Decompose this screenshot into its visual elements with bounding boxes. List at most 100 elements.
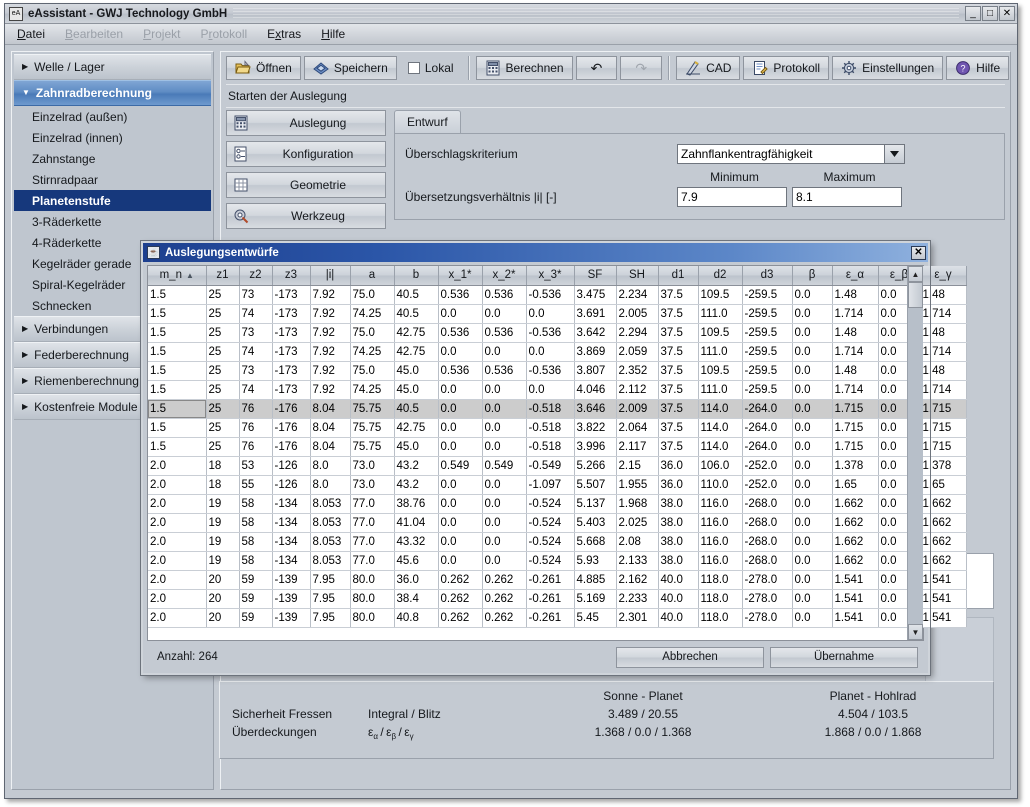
cell-d2: 116.0 xyxy=(698,551,742,570)
calculate-button[interactable]: Berechnen xyxy=(476,56,573,80)
local-checkbox[interactable]: Lokal xyxy=(400,56,462,80)
scroll-up-button[interactable]: ▲ xyxy=(908,266,923,282)
scroll-down-button[interactable]: ▼ xyxy=(908,624,923,640)
sidebar-item-label: Spiral-Kegelräder xyxy=(32,278,125,292)
cell-eps_y: 1.65 xyxy=(920,475,966,494)
column-header-i[interactable]: |i| xyxy=(310,266,350,285)
undo-button[interactable]: ↶ xyxy=(576,56,618,80)
table-row[interactable]: 2.02059-1397.9580.038.40.2620.262-0.2615… xyxy=(148,589,966,608)
sidebar-item-einzelrad-aussen[interactable]: Einzelrad (außen) xyxy=(14,106,211,127)
open-button[interactable]: Öffnen xyxy=(226,56,301,80)
table-row[interactable]: 2.01958-1348.05377.041.040.00.0-0.5245.4… xyxy=(148,513,966,532)
table-row[interactable]: 1.52576-1768.0475.7540.50.00.0-0.5183.64… xyxy=(148,399,966,418)
table-row[interactable]: 2.01958-1348.05377.038.760.00.0-0.5245.1… xyxy=(148,494,966,513)
sidebar-item-zahnstange[interactable]: Zahnstange xyxy=(14,148,211,169)
cell-b: 43.32 xyxy=(394,532,438,551)
scrollbar-track[interactable] xyxy=(908,308,923,624)
geometrie-button[interactable]: Geometrie xyxy=(226,172,386,198)
window-title: eAssistant - GWJ Technology GmbH xyxy=(28,8,227,20)
cell-z1: 19 xyxy=(206,494,239,513)
table-vertical-scrollbar[interactable]: ▲ ▼ xyxy=(907,266,923,640)
cell-SF: 5.137 xyxy=(574,494,616,513)
scrollbar-thumb[interactable] xyxy=(908,282,923,308)
tab-entwurf[interactable]: Entwurf xyxy=(394,110,461,134)
cell-x_3: -1.097 xyxy=(526,475,574,494)
minimize-icon: _ xyxy=(966,7,980,20)
cell-SF: 3.996 xyxy=(574,437,616,456)
sidebar-item-stirnradpaar[interactable]: Stirnradpaar xyxy=(14,169,211,190)
apply-button[interactable]: Übernahme xyxy=(770,647,918,668)
table-row[interactable]: 1.52574-1737.9274.2540.50.00.00.03.6912.… xyxy=(148,304,966,323)
konfiguration-button[interactable]: Konfiguration xyxy=(226,141,386,167)
table-row[interactable]: 2.01853-1268.073.043.20.5490.549-0.5495.… xyxy=(148,456,966,475)
column-header-beta[interactable]: β xyxy=(792,266,832,285)
maximize-button[interactable]: □ xyxy=(982,6,998,21)
table-row[interactable]: 1.52574-1737.9274.2542.750.00.00.03.8692… xyxy=(148,342,966,361)
column-header-z3[interactable]: z3 xyxy=(272,266,310,285)
column-header-d1[interactable]: d1 xyxy=(658,266,698,285)
table-row[interactable]: 2.01855-1268.073.043.20.00.0-1.0975.5071… xyxy=(148,475,966,494)
table-row[interactable]: 1.52576-1768.0475.7545.00.00.0-0.5183.99… xyxy=(148,437,966,456)
sidebar-group-welle-lager[interactable]: ▶ Welle / Lager xyxy=(14,54,211,80)
protocol-button[interactable]: Protokoll xyxy=(743,56,829,80)
cell-eps_a: 1.662 xyxy=(832,513,878,532)
cell-d3: -259.5 xyxy=(742,342,792,361)
table-row[interactable]: 2.01958-1348.05377.043.320.00.0-0.5245.6… xyxy=(148,532,966,551)
settings-button[interactable]: Einstellungen xyxy=(832,56,943,80)
minimize-button[interactable]: _ xyxy=(965,6,981,21)
chevron-down-icon[interactable] xyxy=(884,145,904,163)
column-header-d2[interactable]: d2 xyxy=(698,266,742,285)
cell-eps_y: 1.715 xyxy=(920,418,966,437)
column-header-eps_y[interactable]: ε_γ xyxy=(920,266,966,285)
table-row[interactable]: 2.02059-1397.9580.036.00.2620.262-0.2614… xyxy=(148,570,966,589)
menu-bearbeiten[interactable]: Bearbeiten xyxy=(65,27,123,41)
table-row[interactable]: 1.52576-1768.0475.7542.750.00.0-0.5183.8… xyxy=(148,418,966,437)
column-header-a[interactable]: a xyxy=(350,266,394,285)
sidebar-item-planetenstufe[interactable]: Planetenstufe xyxy=(14,190,211,211)
save-button[interactable]: Speichern xyxy=(304,56,397,80)
table-row[interactable]: 2.01958-1348.05377.045.60.00.0-0.5245.93… xyxy=(148,551,966,570)
table-row[interactable]: 1.52573-1737.9275.042.750.5360.536-0.536… xyxy=(148,323,966,342)
menu-hilfe[interactable]: Hilfe xyxy=(321,27,345,41)
auslegung-button[interactable]: Auslegung xyxy=(226,110,386,136)
cell-z3: -134 xyxy=(272,551,310,570)
menu-protokoll[interactable]: Protokoll xyxy=(200,27,247,41)
menu-datei[interactable]: Datei xyxy=(17,27,45,41)
cell-i: 8.04 xyxy=(310,437,350,456)
column-header-x_2[interactable]: x_2* xyxy=(482,266,526,285)
column-header-z1[interactable]: z1 xyxy=(206,266,239,285)
column-header-SF[interactable]: SF xyxy=(574,266,616,285)
toolbar-separator xyxy=(468,56,470,80)
table-row[interactable]: 2.02059-1397.9580.040.80.2620.262-0.2615… xyxy=(148,608,966,627)
maximize-icon: □ xyxy=(983,7,997,20)
werkzeug-button[interactable]: Werkzeug xyxy=(226,203,386,229)
ratio-min-input[interactable]: 7.9 xyxy=(677,187,787,207)
cancel-button[interactable]: Abbrechen xyxy=(616,647,764,668)
criterion-select[interactable]: Zahnflankentragfähigkeit xyxy=(677,144,905,164)
column-header-label: z3 xyxy=(285,269,297,281)
dialog-close-button[interactable]: ✕ xyxy=(911,246,926,260)
column-header-x_1[interactable]: x_1* xyxy=(438,266,482,285)
column-header-SH[interactable]: SH xyxy=(616,266,658,285)
cad-button[interactable]: CAD xyxy=(676,56,740,80)
table-row[interactable]: 1.52573-1737.9275.040.50.5360.536-0.5363… xyxy=(148,285,966,304)
sidebar-group-zahnradberechnung[interactable]: ▼ Zahnradberechnung xyxy=(14,80,211,106)
cell-beta: 0.0 xyxy=(792,456,832,475)
table-row[interactable]: 1.52573-1737.9275.045.00.5360.536-0.5363… xyxy=(148,361,966,380)
sidebar-item-einzelrad-innen[interactable]: Einzelrad (innen) xyxy=(14,127,211,148)
column-header-eps_a[interactable]: ε_α xyxy=(832,266,878,285)
help-button[interactable]: ? Hilfe xyxy=(946,56,1009,80)
column-header-d3[interactable]: d3 xyxy=(742,266,792,285)
table-row[interactable]: 1.52574-1737.9274.2545.00.00.00.04.0462.… xyxy=(148,380,966,399)
column-header-z2[interactable]: z2 xyxy=(239,266,272,285)
redo-button[interactable]: ↷ xyxy=(620,56,662,80)
sidebar-item-3-raederkette[interactable]: 3-Räderkette xyxy=(14,211,211,232)
cell-SF: 3.642 xyxy=(574,323,616,342)
column-header-x_3[interactable]: x_3* xyxy=(526,266,574,285)
close-button[interactable]: ✕ xyxy=(999,6,1015,21)
column-header-m_n[interactable]: m_n▲ xyxy=(148,266,206,285)
menu-projekt[interactable]: Projekt xyxy=(143,27,180,41)
ratio-max-input[interactable]: 8.1 xyxy=(792,187,902,207)
menu-extras[interactable]: Extras xyxy=(267,27,301,41)
column-header-b[interactable]: b xyxy=(394,266,438,285)
